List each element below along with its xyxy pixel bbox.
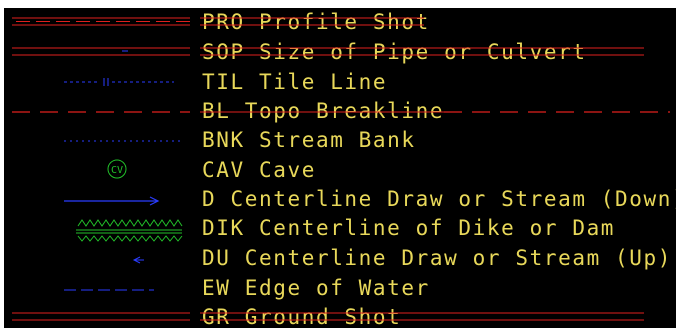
legend-row-d: D Centerline Draw or Stream (Down) [4,185,676,213]
blue-dotted-line-symbol [64,140,184,142]
legend-row-gr: GR Ground Shot [4,303,676,328]
legend-label-bl: BL Topo Breakline [202,99,445,123]
legend-row-bnk: BNK Stream Bank [4,126,676,154]
red-double-line-symbol [12,47,190,56]
legend-label-gr: GR Ground Shot [202,305,402,328]
green-dike-line-symbol [76,219,183,242]
legend-row-pro: PRO Profile Shot [4,8,676,36]
blue-short-line-symbol [64,78,174,86]
green-cave-icon: CV [107,159,127,179]
legend-row-cav: CV CAV Cave [4,156,676,184]
legend-row-bl: BL Topo Breakline [4,97,676,125]
red-dashed-line-symbol [12,17,190,26]
legend-panel: PRO Profile Shot SOP Size of Pipe or Cul… [4,8,676,328]
blue-arrow-line-symbol [64,196,160,206]
legend-row-sop: SOP Size of Pipe or Culvert [4,38,676,66]
legend-label-pro: PRO Profile Shot [202,10,430,34]
legend-window: PRO Profile Shot SOP Size of Pipe or Cul… [0,0,681,328]
blue-up-marker-symbol [132,256,144,264]
legend-row-ew: EW Edge of Water [4,274,676,302]
red-double-line-symbol [12,312,190,321]
legend-label-bnk: BNK Stream Bank [202,128,416,152]
legend-label-til: TIL Tile Line [202,70,388,94]
blue-dashed-line-symbol [64,289,154,291]
legend-label-dik: DIK Centerline of Dike or Dam [202,216,616,240]
legend-row-dik: DIK Centerline of Dike or Dam [4,214,676,242]
legend-row-du: DU Centerline Draw or Stream (Up) [4,244,676,272]
legend-label-du: DU Centerline Draw or Stream (Up) [202,246,673,270]
legend-label-d: D Centerline Draw or Stream (Down) [202,187,676,211]
svg-text:CV: CV [111,165,123,176]
legend-label-sop: SOP Size of Pipe or Culvert [202,40,587,64]
red-dash-line-symbol [12,111,190,113]
legend-row-til: TIL Tile Line [4,68,676,96]
legend-label-cav: CAV Cave [202,158,316,182]
legend-label-ew: EW Edge of Water [202,276,430,300]
